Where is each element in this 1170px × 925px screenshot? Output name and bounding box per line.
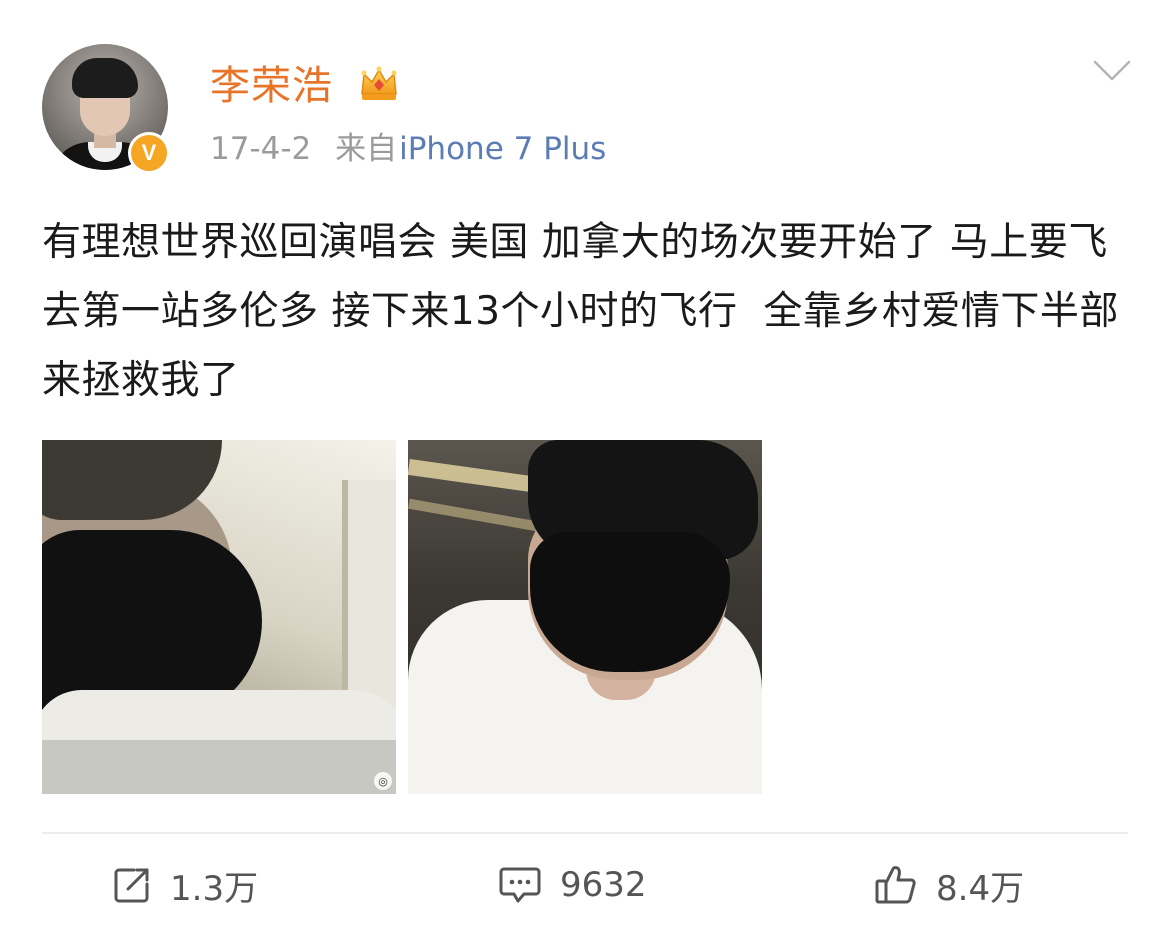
verified-badge-icon: V (128, 132, 170, 174)
post-text: 有理想世界巡回演唱会 美国 加拿大的场次要开始了 马上要飞去第一站多伦多 接下来… (42, 220, 1119, 403)
like-count: 8.4万 (936, 868, 1025, 909)
comment-button[interactable]: 9632 (498, 858, 647, 912)
share-icon (114, 868, 149, 903)
repost-button[interactable]: 1.3万 (112, 858, 258, 912)
comment-count: 9632 (560, 865, 647, 905)
chevron-down-icon[interactable] (1092, 58, 1132, 84)
post-meta: 17-4-2 来自iPhone 7 Plus (210, 128, 606, 170)
post-image-1[interactable]: ◎ (42, 440, 396, 794)
weibo-watermark-icon: ◎ (374, 772, 392, 790)
like-button[interactable]: 8.4万 (874, 858, 1024, 912)
source-prefix: 来自 (335, 131, 398, 167)
divider (42, 832, 1128, 834)
thumbs-up-icon (875, 866, 916, 904)
post-source[interactable]: iPhone 7 Plus (399, 131, 606, 167)
author-name[interactable]: 李荣浩 (210, 60, 333, 112)
post-date: 17-4-2 (210, 131, 312, 167)
weibo-post: V 李荣浩 17-4-2 来自iPhone 7 Plus 有理想世界巡回演唱会 … (0, 0, 1170, 925)
post-image-2[interactable] (408, 440, 762, 794)
verified-badge-label: V (141, 140, 157, 165)
repost-count: 1.3万 (170, 868, 259, 909)
comment-icon (499, 867, 541, 903)
crown-icon (361, 66, 397, 100)
